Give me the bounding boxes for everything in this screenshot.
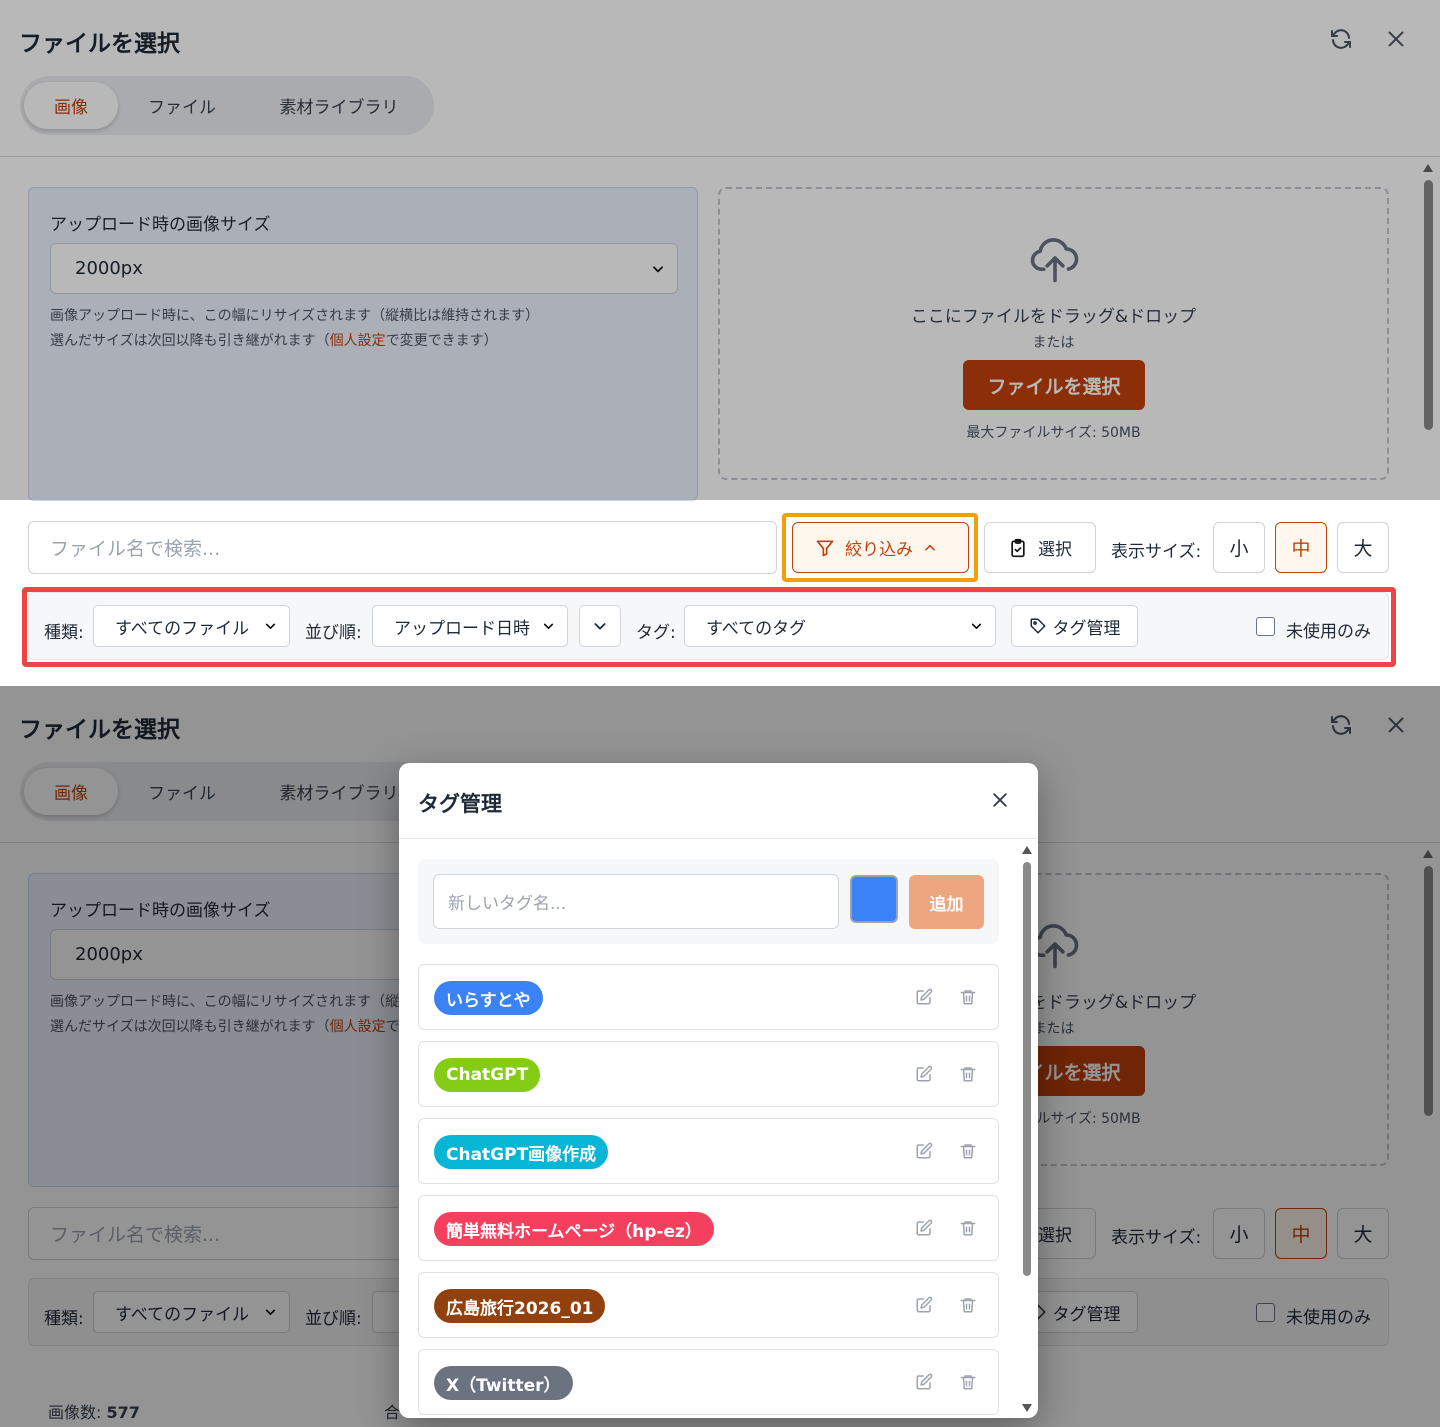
trash-icon[interactable] [956,1216,980,1240]
filter-toggle-button[interactable]: 絞り込み [792,522,969,573]
scroll-up-icon[interactable] [1022,846,1032,854]
edit-icon[interactable] [912,1062,936,1086]
select-label: 選択 [1038,540,1072,560]
scroll-down-icon[interactable] [1022,1404,1032,1412]
tag-chip: 簡単無料ホームページ（hp-ez） [434,1212,714,1246]
edit-icon[interactable] [912,1370,936,1394]
filter-label: 絞り込み [845,540,913,560]
select-mode-button[interactable]: 選択 [984,522,1096,573]
highlight-outline-red [22,587,1396,667]
overlay-dim [0,0,1440,500]
tag-chip: ChatGPT [434,1058,541,1092]
trash-icon[interactable] [956,1139,980,1163]
tag-chip: ChatGPT画像作成 [434,1135,609,1169]
edit-icon[interactable] [912,985,936,1009]
tag-chip: いらすとや [434,981,543,1015]
trash-icon[interactable] [956,985,980,1009]
modal-scrollbar[interactable] [1020,846,1034,1412]
new-tag-input[interactable]: 新しいタグ名... [433,874,839,929]
tag-row: X（Twitter） [418,1349,999,1415]
trash-icon[interactable] [956,1370,980,1394]
tag-row: ChatGPT画像作成 [418,1118,999,1184]
search-input[interactable]: ファイル名で検索... [28,521,777,574]
display-size-small[interactable]: 小 [1213,522,1265,573]
chevron-up-icon [925,544,935,551]
tag-row: 簡単無料ホームページ（hp-ez） [418,1195,999,1261]
display-size-medium[interactable]: 中 [1275,522,1327,573]
close-icon[interactable] [987,787,1013,813]
clipboard-check-icon [1011,538,1025,557]
filter-icon [816,540,834,556]
edit-icon[interactable] [912,1139,936,1163]
display-size-large[interactable]: 大 [1337,522,1389,573]
scrollbar-thumb[interactable] [1023,862,1031,1276]
tag-row: ChatGPT [418,1041,999,1107]
edit-icon[interactable] [912,1293,936,1317]
modal-title: タグ管理 [418,792,502,816]
trash-icon[interactable] [956,1062,980,1086]
tag-color-picker[interactable] [850,875,898,923]
tag-row: いらすとや [418,964,999,1030]
modal-divider [399,838,1038,839]
trash-icon[interactable] [956,1293,980,1317]
tag-row: 広島旅行2026_01 [418,1272,999,1338]
tag-chip: 広島旅行2026_01 [434,1289,606,1323]
file-select-dialog-top: ファイルを選択 画像 ファイル 素材ライブラリ アップロード時の画像サイズ 20… [0,0,1440,686]
new-tag-form: 新しいタグ名... 追加 [418,859,999,944]
edit-icon[interactable] [912,1216,936,1240]
add-tag-button[interactable]: 追加 [909,875,984,929]
tag-chip: X（Twitter） [434,1366,573,1400]
tag-manage-modal: タグ管理 新しいタグ名... 追加 いらすとや ChatGPT ChatGPT画像作… [399,763,1038,1418]
display-size-label: 表示サイズ: [1111,542,1202,562]
